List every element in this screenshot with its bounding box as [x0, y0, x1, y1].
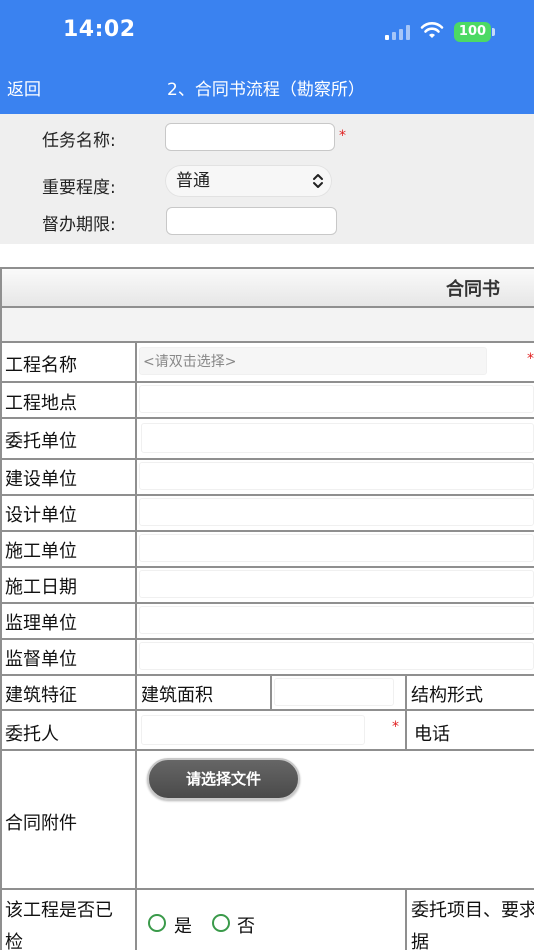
top-bar: 14:02 100 返回 2、合同书流程（勘察所）	[0, 0, 534, 114]
supervision-unit-label: 监理单位	[5, 613, 77, 634]
deadline-label: 督办期限:	[42, 215, 116, 235]
building-feature-label: 建筑特征	[5, 685, 77, 706]
yes-label: 是	[174, 916, 192, 937]
cellular-signal-icon	[385, 24, 413, 40]
design-unit-input[interactable]	[139, 498, 534, 526]
inspected-label-line1: 该工程是否已	[5, 900, 113, 921]
oversight-unit-input[interactable]	[139, 642, 534, 670]
construction-unit-label: 建设单位	[5, 469, 77, 490]
oversight-unit-label: 监督单位	[5, 649, 77, 670]
no-label: 否	[237, 916, 255, 937]
battery-icon: 100	[454, 22, 491, 42]
yes-radio[interactable]	[148, 914, 166, 932]
wifi-icon	[420, 22, 444, 38]
client-unit-input[interactable]	[141, 423, 534, 453]
page-title: 2、合同书流程（勘察所）	[167, 80, 365, 100]
construction-unit-input[interactable]	[139, 462, 534, 490]
required-mark: *	[339, 128, 346, 144]
design-unit-label: 设计单位	[5, 505, 77, 526]
status-time: 14:02	[63, 17, 136, 42]
required-mark: *	[392, 719, 399, 735]
form-header-title: 合同书	[446, 279, 500, 300]
task-name-label: 任务名称:	[42, 131, 116, 151]
importance-value: 普通	[176, 171, 210, 191]
no-radio[interactable]	[212, 914, 230, 932]
task-name-input[interactable]	[165, 123, 335, 151]
project-name-placeholder: <请双击选择>	[143, 354, 237, 370]
attachment-label: 合同附件	[5, 813, 77, 834]
importance-label: 重要程度:	[42, 178, 116, 198]
choose-file-button[interactable]: 请选择文件	[147, 758, 300, 800]
client-person-label: 委托人	[5, 724, 59, 745]
supervision-unit-input[interactable]	[139, 606, 534, 634]
building-area-label: 建筑面积	[141, 685, 213, 706]
phone-label: 电话	[414, 724, 450, 745]
required-mark: *	[527, 351, 534, 367]
client-unit-label: 委托单位	[5, 431, 77, 452]
building-area-input[interactable]	[274, 678, 394, 706]
form-subheader	[2, 308, 534, 341]
project-address-input[interactable]	[139, 385, 534, 413]
project-name-label: 工程名称	[5, 355, 77, 376]
structure-form-label: 结构形式	[411, 685, 483, 706]
contract-form: 合同书 工程名称 <请双击选择> * 工程地点 委托单位 建设单位 设计单位 施…	[0, 267, 534, 950]
battery-cap	[492, 28, 495, 36]
build-date-input[interactable]	[139, 570, 534, 598]
build-date-label: 施工日期	[5, 577, 77, 598]
builder-unit-input[interactable]	[139, 534, 534, 562]
project-address-label: 工程地点	[5, 393, 77, 414]
builder-unit-label: 施工单位	[5, 541, 77, 562]
task-panel: 任务名称: * 重要程度: 普通 督办期限:	[0, 114, 534, 244]
deadline-input[interactable]	[166, 207, 337, 235]
client-items-label-line2: 据	[411, 932, 429, 950]
back-button[interactable]: 返回	[7, 75, 41, 100]
chevron-updown-icon	[313, 174, 323, 188]
importance-select[interactable]: 普通	[165, 165, 332, 197]
inspected-label-line2: 检	[5, 932, 23, 950]
client-person-input[interactable]	[141, 715, 365, 745]
client-items-label-line1: 委托项目、要求	[411, 900, 534, 921]
